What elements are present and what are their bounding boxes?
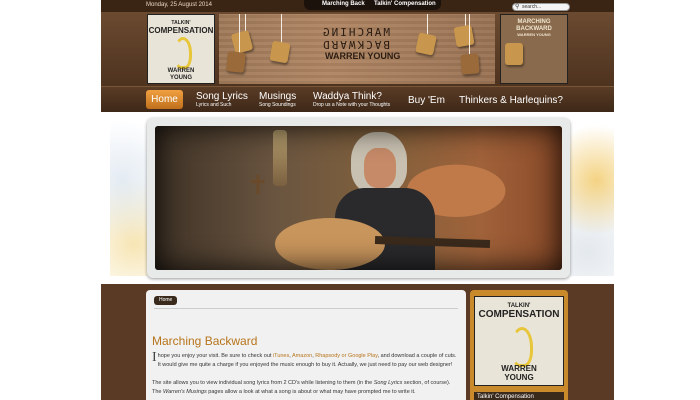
post-paragraph-2: The site allows you to view individual s… [152,379,460,397]
nav-label: Waddya Think? [313,91,382,102]
link-amazon[interactable]: Amazon [292,353,312,359]
post-body: I hope you enjoy your visit. Be sure to … [152,350,460,400]
nav-label: Thinkers & Harlequins? [459,95,563,106]
nav-sublabel: Drop us a Note with your Thoughts [313,102,391,108]
text: The site allows you to view individual s… [152,380,374,386]
nav-thinkers-harlequins[interactable]: Thinkers & Harlequins? [459,91,563,111]
main-panel: Home Marching Backward I hope you enjoy … [146,290,466,400]
breadcrumb-home[interactable]: Home [154,296,178,305]
album-artist-line2: YOUNG [169,75,192,81]
post-title: Marching Backward [152,334,258,348]
top-bar: Monday, 25 August 2014 Marching Back Tal… [101,0,614,12]
link-rhapsody-google-play[interactable]: Rhapsody or Google Play [315,353,377,359]
sidebar-widget-title: Talkin' Compensation [474,392,564,400]
tab-talkin-compensation[interactable]: Talkin' Compensation [374,1,436,7]
nav-waddya-think[interactable]: Waddya Think? Drop us a Note with your T… [313,91,390,111]
search-input[interactable] [522,4,567,10]
nav-home[interactable]: Home [146,90,183,109]
text: pages allow a look at what a song is abo… [206,389,416,395]
hero-section: ✝ [0,112,700,284]
album-art-swirl [174,37,192,69]
text: hope you enjoy your visit. Be sure to ch… [157,353,273,359]
nav-sublabel: Song Soundings [259,102,296,108]
tab-marching-back[interactable]: Marching Back [322,1,365,7]
album-title-line2: COMPENSATION [148,26,214,35]
album-cover-marching-backward[interactable]: MARCHING BACKWARD WARREN YOUNG [500,14,568,84]
nav-buy-em[interactable]: Buy 'Em [408,91,445,111]
album-title-line2: COMPENSATION [478,309,560,320]
hero-photo-frame: ✝ [147,118,570,278]
nav-label: Musings [259,91,297,102]
nav-home-label: Home [151,94,178,105]
top-tabs: Marching Back Talkin' Compensation [304,0,441,10]
nav-song-lyrics[interactable]: Song Lyrics Lyrics and Such [196,91,248,111]
main-nav: Home Song Lyrics Lyrics and Such Musings… [101,86,614,112]
text: Song Lyrics [373,380,403,386]
album-artist-line1: WARREN [501,364,537,373]
album-cover-talkin-compensation[interactable]: TALKIN' COMPENSATION WARREN YOUNG [147,14,215,84]
album-art-swirl [511,327,533,367]
divider [154,308,458,309]
tea-bag-icon [460,53,480,75]
link-itunes[interactable]: iTunes [273,353,289,359]
hero-photo-guitarist: ✝ [155,126,562,270]
sidebar: TALKIN' COMPENSATION WARREN YOUNG Talkin… [470,290,568,400]
nav-label: Song Lyrics [196,91,248,102]
search-icon[interactable]: ⚲ [515,3,519,10]
content-area: Home Marching Backward I hope you enjoy … [101,284,614,400]
nav-label: Buy 'Em [408,95,445,106]
nav-sublabel: Lyrics and Such [196,102,232,108]
tea-bag-icon [453,24,475,48]
drop-cap: I [152,350,157,365]
watercolor-decoration-left [110,116,150,276]
nav-musings[interactable]: Musings Song Soundings [259,91,296,111]
watercolor-decoration-right [570,116,614,276]
tea-bag-icon [226,51,246,73]
header-banner: MARCHING BACKWARD WARREN YOUNG [219,14,495,84]
current-date: Monday, 25 August 2014 [146,2,212,8]
album-artist-line1: WARREN [167,68,195,74]
sidebar-album-cover[interactable]: TALKIN' COMPENSATION WARREN YOUNG [474,296,564,386]
album-artist: WARREN YOUNG [517,32,551,37]
text: Warren's Musings [163,389,207,395]
post-paragraph-1: I hope you enjoy your visit. Be sure to … [152,350,460,370]
tea-bag-icon [505,43,523,65]
banner-artist: WARREN YOUNG [325,51,401,61]
tea-bag-icon [269,40,291,64]
search-box: ⚲ [512,3,570,11]
album-title-line1: MARCHING [517,19,551,25]
album-artist-line2: YOUNG [504,373,534,382]
banner-title-line2: BACKWARD [321,38,390,51]
site-header: TALKIN' COMPENSATION WARREN YOUNG MARCHI… [101,12,614,86]
